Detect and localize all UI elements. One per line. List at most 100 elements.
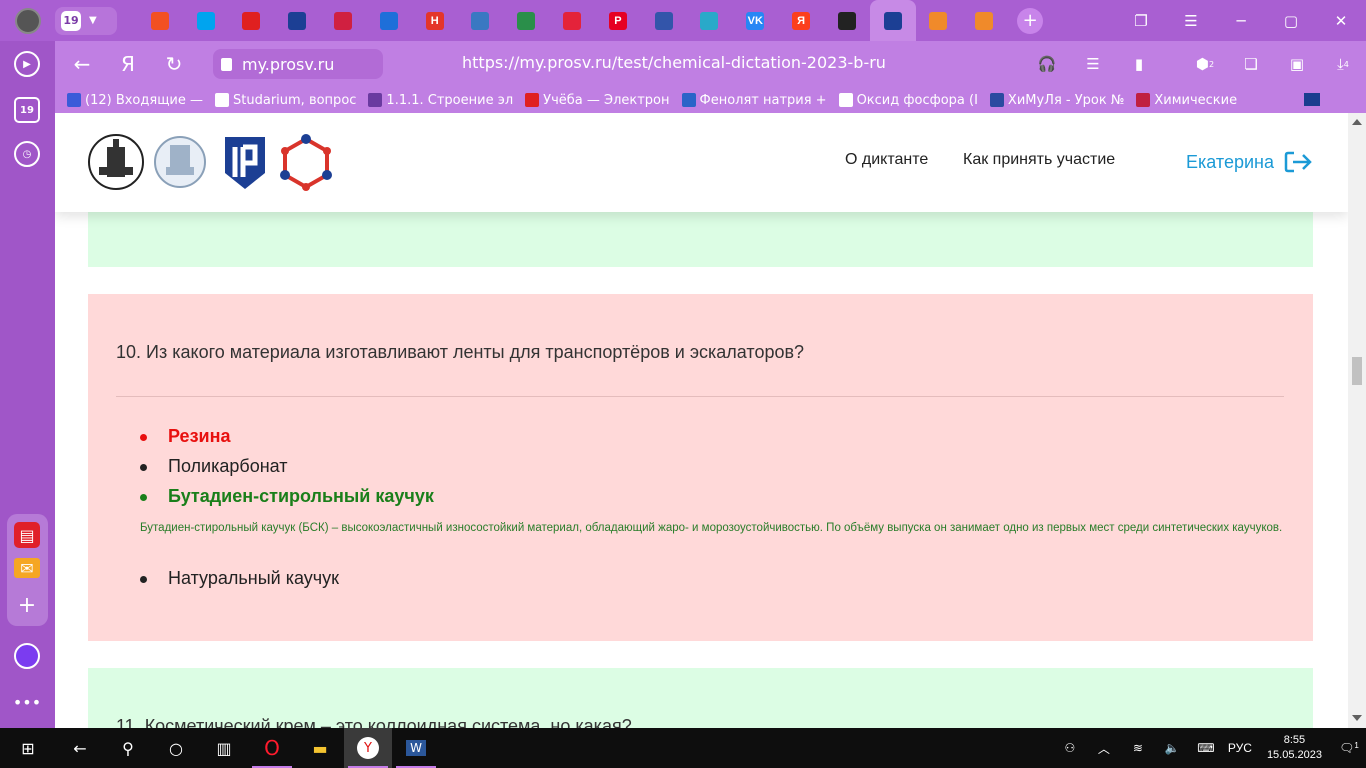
notifications-icon[interactable]: 🗨 1 — [1332, 741, 1366, 755]
browser-tab[interactable] — [549, 0, 595, 41]
bullet — [140, 494, 147, 501]
collections-icon[interactable]: ❏ — [1228, 55, 1274, 73]
page-scrollbar[interactable] — [1348, 113, 1366, 728]
bullet — [140, 576, 147, 583]
browser-tab[interactable]: H — [412, 0, 458, 41]
answer-option-wrong[interactable]: Резина — [168, 426, 230, 447]
close-button[interactable]: ✕ — [1316, 0, 1366, 41]
browser-sidebar: ▶ 19 ◷ ▤ ✉ + ••• — [0, 41, 55, 728]
browser-tab[interactable] — [869, 0, 916, 41]
bookmark-favicon-icon — [368, 93, 383, 107]
scroll-thumb[interactable] — [1352, 357, 1362, 385]
windows-taskbar: ⊞ ← ⚲ ○ ▥ O ▬ Y W ⚇ ︿ ≋ 🔈 ⌨ РУС 8:55 15.… — [0, 728, 1366, 768]
browser-tab[interactable] — [320, 0, 366, 41]
keyboard-icon[interactable]: ⌨ — [1189, 741, 1223, 755]
browser-tab[interactable] — [137, 0, 183, 41]
minimize-button[interactable]: ─ — [1216, 0, 1266, 41]
browser-tab[interactable] — [183, 0, 229, 41]
alice-icon[interactable] — [14, 643, 40, 669]
tab-counter-button[interactable]: 19 ▼ — [55, 6, 117, 35]
word-icon[interactable]: W — [392, 728, 440, 768]
tabs-badge-icon[interactable]: 19 — [14, 97, 40, 123]
headphones-icon[interactable]: 🎧 — [1024, 55, 1070, 73]
image-icon — [334, 11, 353, 30]
answer-option[interactable]: Поликарбонат — [168, 456, 288, 477]
mail-icon[interactable]: ✉ — [14, 558, 40, 578]
scroll-down-icon[interactable] — [1352, 715, 1362, 721]
browser-tab[interactable] — [824, 0, 870, 41]
browser-tab[interactable] — [641, 0, 687, 41]
answer-option[interactable]: Натуральный каучук — [168, 568, 339, 589]
bookmark-item[interactable]: (12) Входящие — — [67, 93, 203, 108]
browser-tab[interactable]: VK — [732, 0, 778, 41]
search-icon[interactable]: ⚲ — [104, 728, 152, 768]
browser-tab[interactable]: Я — [778, 0, 824, 41]
browser-tab-strip: 19 ▼ H P VK Я + ❐ ☰ ─ ▢ ✕ — [0, 0, 1366, 41]
yandex-home-icon[interactable]: Я — [105, 41, 151, 87]
browser-tab[interactable] — [961, 0, 1007, 41]
profile-avatar[interactable] — [15, 7, 41, 34]
opera-icon[interactable]: O — [248, 728, 296, 768]
screenshot-icon[interactable]: ▣ — [1274, 55, 1320, 73]
bookmark-item[interactable]: Химические — [1136, 93, 1237, 108]
volume-icon[interactable]: 🔈 — [1155, 741, 1189, 755]
chart-icon — [837, 11, 856, 30]
back-button[interactable]: ← — [59, 41, 105, 87]
yandex-browser-icon[interactable]: Y — [344, 728, 392, 768]
language-flag-icon[interactable] — [1304, 93, 1320, 106]
bookmark-item[interactable]: Фенолят натрия + — [681, 93, 827, 108]
back-arrow-icon[interactable]: ← — [56, 728, 104, 768]
nav-how-to-participate[interactable]: Как принять участие — [963, 151, 1115, 169]
language-indicator[interactable]: РУС — [1223, 741, 1257, 755]
browser-tab[interactable] — [687, 0, 733, 41]
question-card-10: 10. Из какого материала изготавливают ле… — [88, 294, 1313, 641]
bookmark-icon[interactable]: ▮ — [1116, 55, 1162, 73]
browser-tab[interactable] — [274, 0, 320, 41]
cortana-icon[interactable]: ○ — [152, 728, 200, 768]
windows-start-icon[interactable]: ⊞ — [0, 728, 56, 768]
scroll-up-icon[interactable] — [1352, 119, 1362, 125]
download-icon[interactable]: ⤓ 4 — [1320, 55, 1366, 73]
maximize-button[interactable]: ▢ — [1266, 0, 1316, 41]
browser-tab[interactable] — [458, 0, 504, 41]
task-view-icon[interactable]: ▥ — [200, 728, 248, 768]
reader-icon[interactable]: ☰ — [1070, 55, 1116, 73]
book-icon — [517, 11, 536, 30]
nav-about[interactable]: О диктанте — [845, 151, 928, 169]
browser-tab[interactable]: P — [595, 0, 641, 41]
docs-icon[interactable]: ▤ — [14, 522, 40, 548]
chevron-down-icon: ▼ — [89, 15, 97, 26]
add-icon[interactable]: + — [14, 592, 40, 618]
answer-option-correct[interactable]: Бутадиен-стирольный каучук — [168, 486, 434, 507]
history-icon[interactable]: ◷ — [14, 141, 40, 167]
bookmark-item[interactable]: 1.1.1. Строение эл — [368, 93, 513, 108]
menu-icon[interactable]: ☰ — [1166, 0, 1216, 41]
wifi-icon[interactable]: ≋ — [1121, 741, 1155, 755]
browser-tab[interactable] — [503, 0, 549, 41]
url-input[interactable]: https://my.prosv.ru/test/chemical-dictat… — [462, 53, 886, 72]
site-identity[interactable]: my.prosv.ru — [213, 49, 383, 79]
divider — [116, 396, 1284, 397]
file-explorer-icon[interactable]: ▬ — [296, 728, 344, 768]
bookmark-item[interactable]: Учёба — Электрон — [525, 93, 670, 108]
bookmark-item[interactable]: Studarium, вопрос — [215, 93, 356, 108]
reload-button[interactable]: ↻ — [151, 41, 197, 87]
answer-explanation: Бутадиен-стирольный каучук (БСК) – высок… — [140, 522, 1283, 534]
vk-icon: VK — [746, 11, 765, 30]
user-name: Екатерина — [1186, 151, 1274, 172]
play-icon[interactable]: ▶ — [14, 51, 40, 77]
user-account-link[interactable]: Екатерина — [1186, 150, 1312, 174]
chevron-up-icon[interactable]: ︿ — [1087, 740, 1121, 757]
prosv-icon — [883, 11, 902, 30]
new-tab-button[interactable]: + — [1017, 7, 1044, 34]
clock[interactable]: 8:55 15.05.2023 — [1267, 733, 1322, 763]
extension-icon[interactable]: ⬢ 2 — [1182, 55, 1228, 73]
tab-manager-icon[interactable]: ❐ — [1116, 0, 1166, 41]
browser-tab[interactable] — [229, 0, 275, 41]
people-icon[interactable]: ⚇ — [1053, 741, 1087, 755]
more-icon[interactable]: ••• — [13, 689, 41, 715]
browser-tab[interactable] — [366, 0, 412, 41]
browser-tab[interactable] — [916, 0, 962, 41]
bookmark-item[interactable]: Оксид фосфора (I — [838, 93, 978, 108]
bookmark-item[interactable]: ХиМуЛя - Урок № — [989, 93, 1124, 108]
